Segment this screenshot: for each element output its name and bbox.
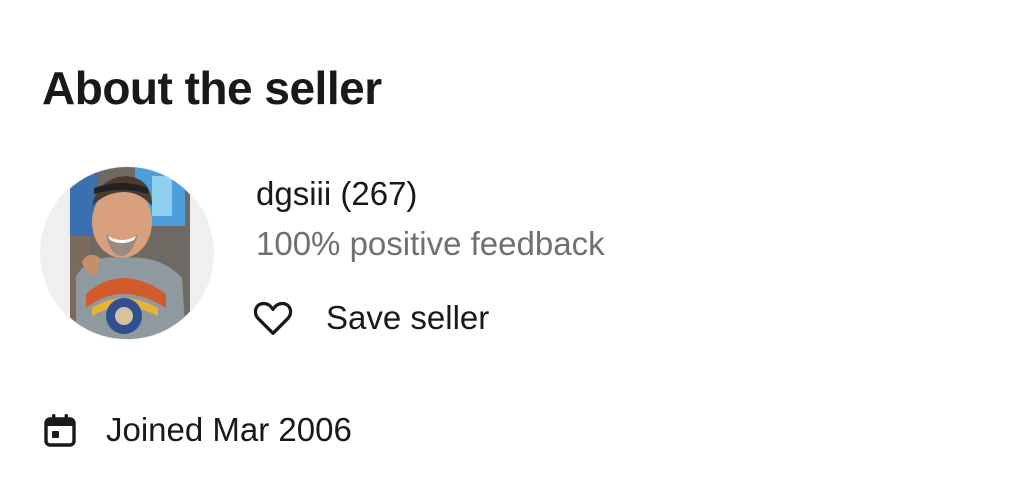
joined-date: Joined Mar 2006: [106, 411, 352, 448]
seller-card: dgsiii (267) 100% positive feedback Save…: [40, 166, 980, 340]
avatar-photo: [40, 166, 214, 340]
save-seller-label: Save seller: [326, 299, 490, 336]
seller-name[interactable]: dgsiii (267): [256, 172, 417, 216]
seller-avatar[interactable]: [40, 166, 214, 340]
calendar-icon: [44, 414, 76, 447]
heart-outline-icon: [253, 301, 293, 335]
joined-info: Joined Mar 2006: [42, 406, 352, 454]
section-title: About the seller: [42, 62, 382, 114]
save-seller-button[interactable]: Save seller: [250, 290, 495, 346]
seller-feedback: 100% positive feedback: [256, 225, 605, 262]
